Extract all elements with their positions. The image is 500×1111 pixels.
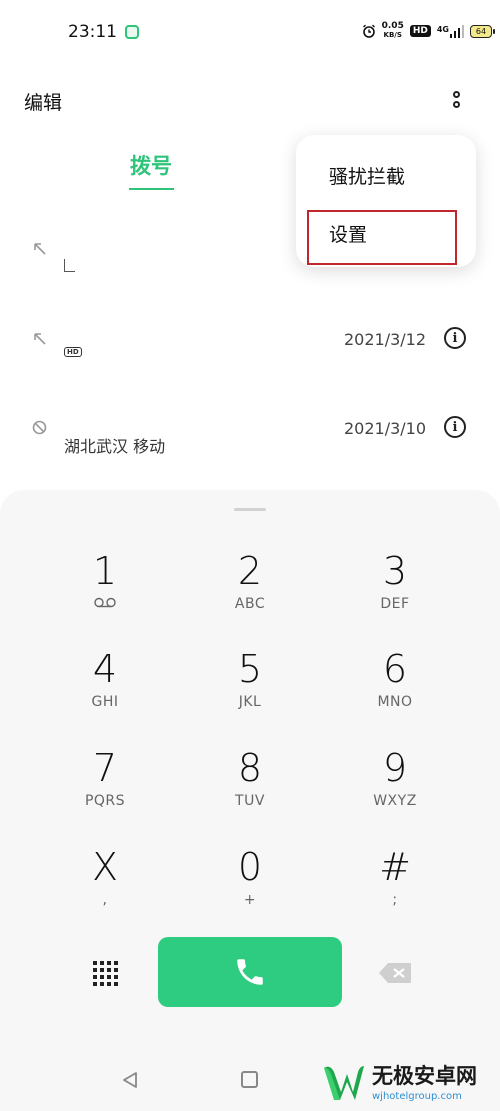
key-letters: ABC: [234, 596, 266, 612]
blocked-icon: [32, 420, 47, 435]
key-star[interactable]: X ,: [45, 846, 165, 908]
more-vertical-icon[interactable]: [446, 84, 466, 114]
info-icon[interactable]: i: [444, 416, 466, 438]
battery-level: 64: [475, 26, 487, 36]
net-speed-value: 0.05: [381, 21, 404, 31]
status-icons: 0.05 KB/S HD 4G 64: [362, 22, 495, 40]
key-8[interactable]: 8 TUV: [190, 747, 310, 809]
menu-item-harassment-block[interactable]: 骚扰拦截: [329, 162, 405, 189]
battery-icon: 64: [470, 24, 495, 38]
signal-indicator: 4G: [436, 24, 464, 38]
backspace-icon[interactable]: [378, 962, 412, 984]
key-2[interactable]: 2 ABC: [190, 550, 310, 612]
key-letters: PQRS: [84, 793, 126, 809]
key-digit: 9: [382, 746, 408, 790]
drag-handle[interactable]: [234, 508, 266, 511]
key-5[interactable]: 5 JKL: [190, 648, 310, 710]
call-location: 湖北武汉 移动: [64, 437, 166, 456]
watermark: 无极安卓网 wjhotelgroup.com: [320, 1058, 477, 1104]
key-digit: 1: [92, 549, 118, 593]
key-1[interactable]: 1: [45, 550, 165, 612]
hd-call-badge: HD: [64, 347, 82, 357]
info-icon[interactable]: i: [444, 327, 466, 349]
network-speed: 0.05 KB/S: [382, 22, 404, 40]
phone-icon: [237, 959, 263, 985]
key-digit: 2: [237, 549, 263, 593]
key-letters: MNO: [377, 694, 413, 710]
tab-dial[interactable]: 拨号: [130, 150, 172, 180]
home-icon[interactable]: [241, 1071, 258, 1088]
key-digit: 3: [382, 549, 408, 593]
signal-icon: [450, 24, 464, 38]
key-letters: JKL: [238, 694, 262, 710]
key-digit: 6: [382, 647, 408, 691]
key-6[interactable]: 6 MNO: [335, 648, 455, 710]
sim-icon: [64, 259, 75, 272]
key-digit: #: [379, 845, 411, 889]
key-letters: TUV: [235, 793, 265, 809]
outgoing-call-icon: [34, 333, 46, 345]
key-letters: WXYZ: [373, 793, 417, 809]
key-0[interactable]: 0 +: [190, 846, 310, 908]
key-letters: GHI: [91, 694, 119, 710]
call-button[interactable]: [158, 937, 342, 1007]
key-letters: ,: [102, 892, 108, 908]
key-letters: ;: [392, 892, 398, 908]
watermark-logo: [324, 1066, 364, 1100]
watermark-url: wjhotelgroup.com: [372, 1091, 462, 1102]
dialpad-icon[interactable]: [92, 960, 118, 986]
key-letters: DEF: [380, 596, 410, 612]
back-icon[interactable]: [121, 1071, 139, 1089]
alarm-icon: [362, 24, 375, 38]
key-3[interactable]: 3 DEF: [335, 550, 455, 612]
signal-label: 4G: [436, 24, 449, 34]
key-9[interactable]: 9 WXYZ: [335, 747, 455, 809]
status-time: 23:11: [68, 22, 117, 42]
key-digit: 0: [237, 845, 263, 889]
call-date: 2021/3/12: [344, 330, 427, 349]
key-digit: 5: [237, 647, 263, 691]
hd-badge: HD: [409, 25, 431, 37]
key-digit: 8: [237, 746, 263, 790]
notification-app-icon: [125, 25, 139, 39]
key-digit: 4: [92, 647, 118, 691]
key-letters: +: [243, 892, 257, 908]
voicemail-icon: [45, 596, 165, 612]
key-4[interactable]: 4 GHI: [45, 648, 165, 710]
edit-button[interactable]: 编辑: [24, 88, 62, 115]
call-date: 2021/3/10: [344, 419, 427, 438]
net-speed-unit: KB/S: [383, 31, 402, 39]
key-digit: X: [91, 845, 119, 889]
outgoing-call-icon: [34, 243, 46, 255]
highlight-box: [307, 210, 457, 265]
tab-indicator: [129, 188, 174, 190]
key-hash[interactable]: # ;: [335, 846, 455, 908]
watermark-name: 无极安卓网: [372, 1064, 477, 1088]
key-digit: 7: [92, 746, 118, 790]
key-7[interactable]: 7 PQRS: [45, 747, 165, 809]
